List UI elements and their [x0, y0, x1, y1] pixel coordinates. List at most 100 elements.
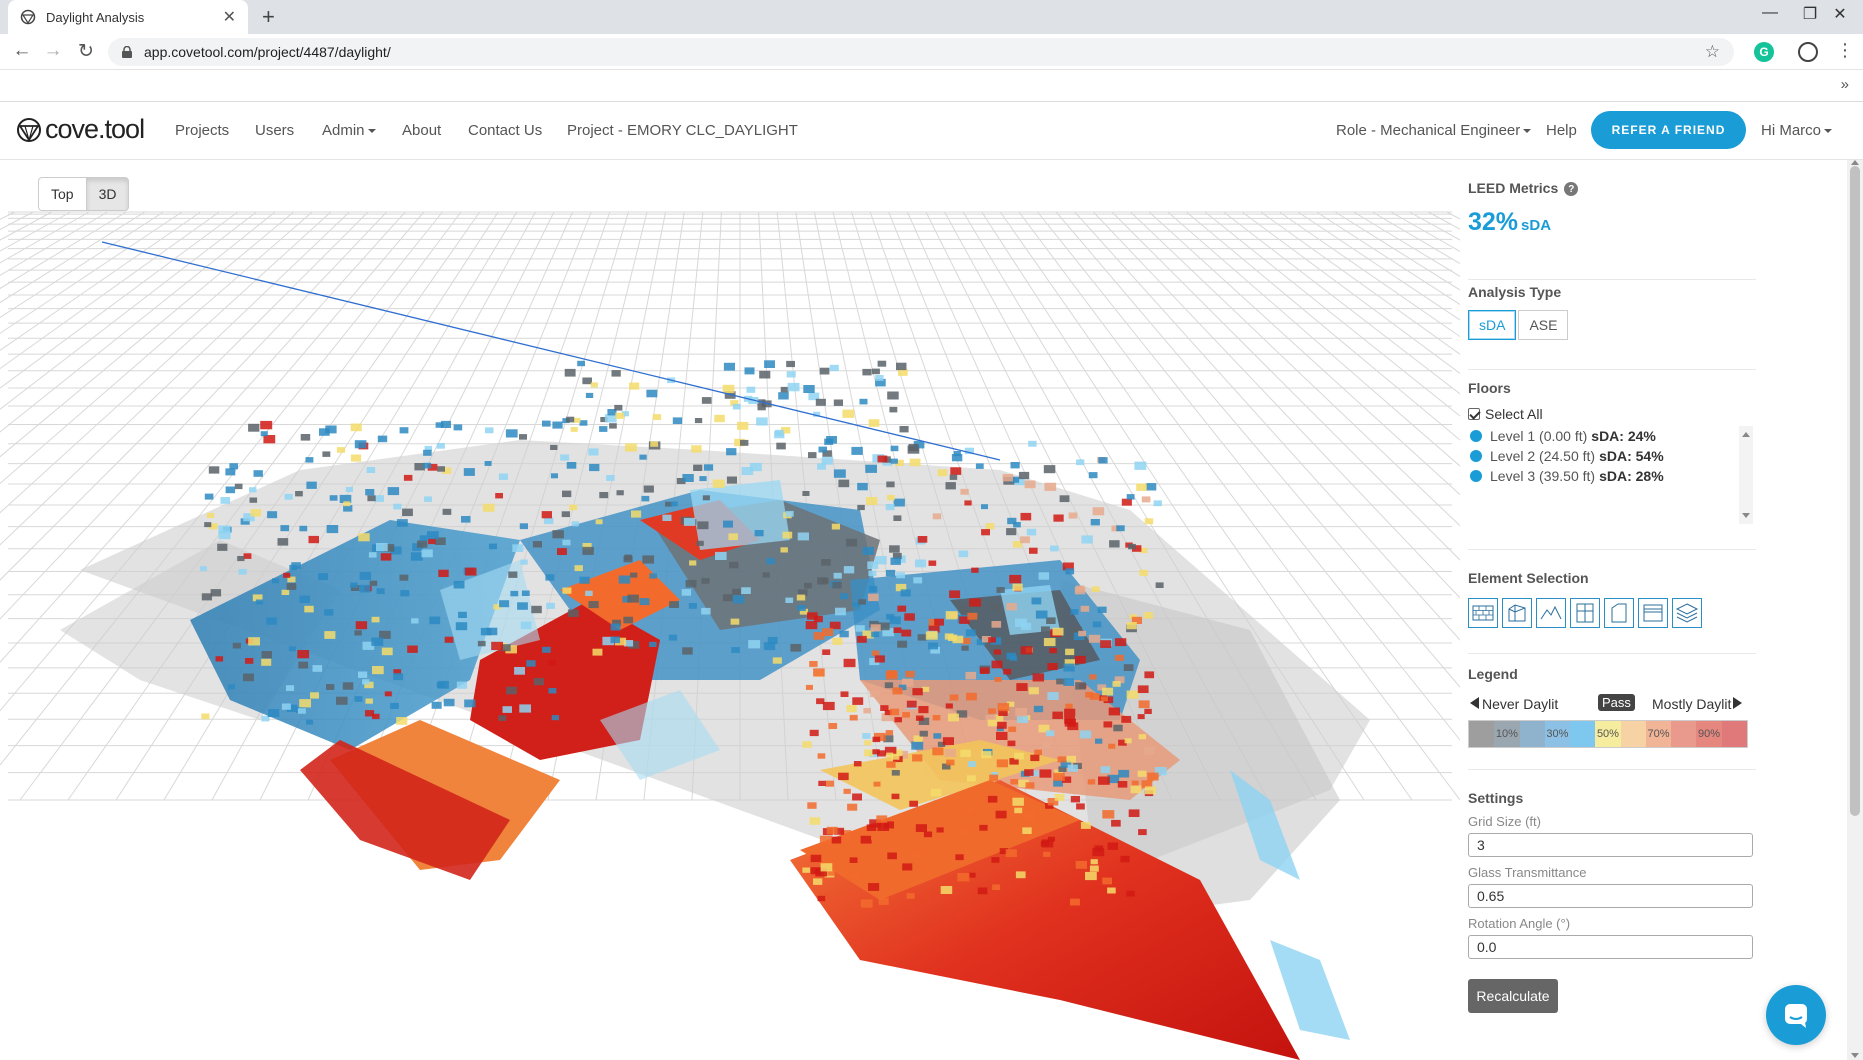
view-3d-button[interactable]: 3D — [86, 177, 130, 211]
new-tab-icon[interactable]: + — [262, 4, 275, 30]
floor-item-level-2[interactable]: Level 2 (24.50 ft) sDA: 54% — [1468, 446, 1753, 466]
nav-help[interactable]: Help — [1546, 122, 1577, 139]
heatmap-cell — [342, 682, 354, 690]
nav-users[interactable]: Users — [255, 122, 294, 139]
rotation-angle-input[interactable]: 0.0 — [1468, 935, 1753, 959]
heatmap-cell — [1006, 652, 1016, 660]
refer-a-friend-button[interactable]: REFER A FRIEND — [1591, 111, 1746, 149]
floor-dot — [1470, 430, 1482, 442]
heatmap-cell — [417, 540, 428, 548]
heatmap-cell — [1044, 482, 1057, 491]
nav-contact-us[interactable]: Contact Us — [468, 122, 542, 139]
wall-icon[interactable] — [1468, 598, 1498, 628]
user-menu[interactable]: Hi Marco — [1761, 122, 1833, 139]
heatmap-cell — [832, 581, 842, 589]
heatmap-cell — [1144, 708, 1152, 714]
heatmap-cell — [915, 824, 927, 832]
floor-item-level-1[interactable]: Level 1 (0.00 ft) sDA: 24% — [1468, 426, 1753, 446]
heatmap-cell — [821, 559, 831, 566]
heatmap-cell — [431, 701, 442, 709]
covetool-logo[interactable]: cove.tool — [16, 114, 145, 145]
heatmap-cell — [570, 427, 578, 432]
heatmap-cell — [371, 616, 380, 623]
heatmap-cell — [1031, 597, 1042, 605]
heatmap-cell — [579, 420, 588, 426]
heatmap-cell — [699, 476, 707, 482]
heatmap-cell — [261, 651, 272, 659]
scroll-down-icon[interactable] — [1742, 513, 1750, 518]
heatmap-cell — [958, 550, 969, 558]
heatmap-cell — [1066, 755, 1077, 763]
roof-icon[interactable] — [1536, 598, 1566, 628]
help-icon[interactable]: ? — [1564, 182, 1579, 197]
heatmap-cell — [948, 634, 958, 641]
page-scrollbar[interactable] — [1847, 160, 1863, 1060]
heatmap-cell — [1115, 638, 1127, 647]
floor-list-scrollbar[interactable] — [1739, 426, 1753, 524]
back-icon[interactable]: ← — [10, 40, 34, 62]
covetool-extension-icon[interactable] — [1798, 42, 1818, 62]
analysis-ase-button[interactable]: ASE — [1518, 310, 1569, 340]
heatmap-cell — [1095, 738, 1103, 744]
heatmap-cell — [283, 572, 291, 578]
window-close-icon[interactable]: ✕ — [1820, 4, 1860, 24]
role-dropdown[interactable]: Role - Mechanical Engineer — [1336, 122, 1532, 139]
heatmap-cell — [804, 582, 812, 589]
scroll-down-icon[interactable] — [1851, 1053, 1859, 1058]
mass-icon[interactable] — [1502, 598, 1532, 628]
scrollbar-thumb[interactable] — [1850, 166, 1860, 816]
heatmap-cell — [577, 360, 585, 367]
minimize-icon[interactable]: — — [1750, 4, 1790, 22]
heatmap-cell — [898, 369, 908, 376]
heatmap-cell — [946, 759, 955, 766]
grammarly-extension-icon[interactable]: G — [1754, 42, 1774, 62]
window-icon[interactable] — [1570, 598, 1600, 628]
heatmap-cell — [989, 802, 999, 809]
grid-size-input[interactable]: 3 — [1468, 833, 1753, 857]
chat-support-button[interactable] — [1766, 985, 1826, 1045]
heatmap-cell — [484, 461, 492, 466]
heatmap-cell — [372, 713, 380, 720]
nav-about[interactable]: About — [402, 122, 441, 139]
daylight-model-render[interactable] — [0, 160, 1460, 1060]
scroll-up-icon[interactable] — [1742, 432, 1750, 437]
omnibox[interactable]: app.covetool.com/project/4487/daylight/ … — [108, 38, 1734, 66]
analysis-panel: LEED Metrics? 32% sDA Analysis Type sDA A… — [1468, 160, 1756, 1060]
arrow-left-icon — [1470, 697, 1479, 709]
floor-item-level-3[interactable]: Level 3 (39.50 ft) sDA: 28% — [1468, 466, 1753, 486]
legend-cell: 70% — [1645, 721, 1672, 747]
heatmap-cell — [1065, 568, 1075, 575]
heatmap-cell — [796, 594, 806, 601]
heatmap-cell — [551, 715, 559, 721]
heatmap-cell — [1144, 786, 1157, 795]
analysis-sda-button[interactable]: sDA — [1468, 310, 1517, 340]
door-icon[interactable] — [1604, 598, 1634, 628]
nav-project-name[interactable]: Project - EMORY CLC_DAYLIGHT — [567, 122, 798, 139]
layers-icon[interactable] — [1672, 598, 1702, 628]
select-all-row[interactable]: Select All — [1468, 406, 1756, 422]
browser-menu-icon[interactable]: ⋮ — [1836, 40, 1854, 61]
bookmark-star-icon[interactable]: ☆ — [1705, 42, 1720, 62]
browser-tab[interactable]: Daylight Analysis ✕ — [8, 0, 248, 34]
heatmap-cell — [1020, 512, 1032, 521]
heatmap-cell — [1088, 634, 1101, 643]
bookmarks-overflow-icon[interactable]: » — [1841, 76, 1849, 93]
heatmap-cell — [646, 389, 658, 398]
view-top-button[interactable]: Top — [38, 177, 87, 211]
nav-admin[interactable]: Admin — [322, 122, 376, 139]
reload-icon[interactable]: ↻ — [74, 40, 98, 63]
role-label: Role - Mechanical Engineer — [1336, 122, 1521, 139]
shade-icon[interactable] — [1638, 598, 1668, 628]
heatmap-cell — [243, 673, 254, 682]
glass-transmittance-input[interactable]: 0.65 — [1468, 884, 1753, 908]
nav-projects[interactable]: Projects — [175, 122, 229, 139]
recalculate-button[interactable]: Recalculate — [1468, 979, 1558, 1013]
select-all-checkbox[interactable] — [1468, 408, 1480, 420]
forward-icon[interactable]: → — [41, 40, 65, 62]
scroll-up-icon[interactable] — [1851, 160, 1859, 165]
heatmap-cell — [1017, 715, 1029, 723]
heatmap-cell — [993, 649, 1001, 655]
tab-close-icon[interactable]: ✕ — [223, 7, 236, 27]
daylight-3d-viewport[interactable]: Top 3D — [0, 160, 1460, 1060]
heatmap-cell — [957, 873, 970, 882]
